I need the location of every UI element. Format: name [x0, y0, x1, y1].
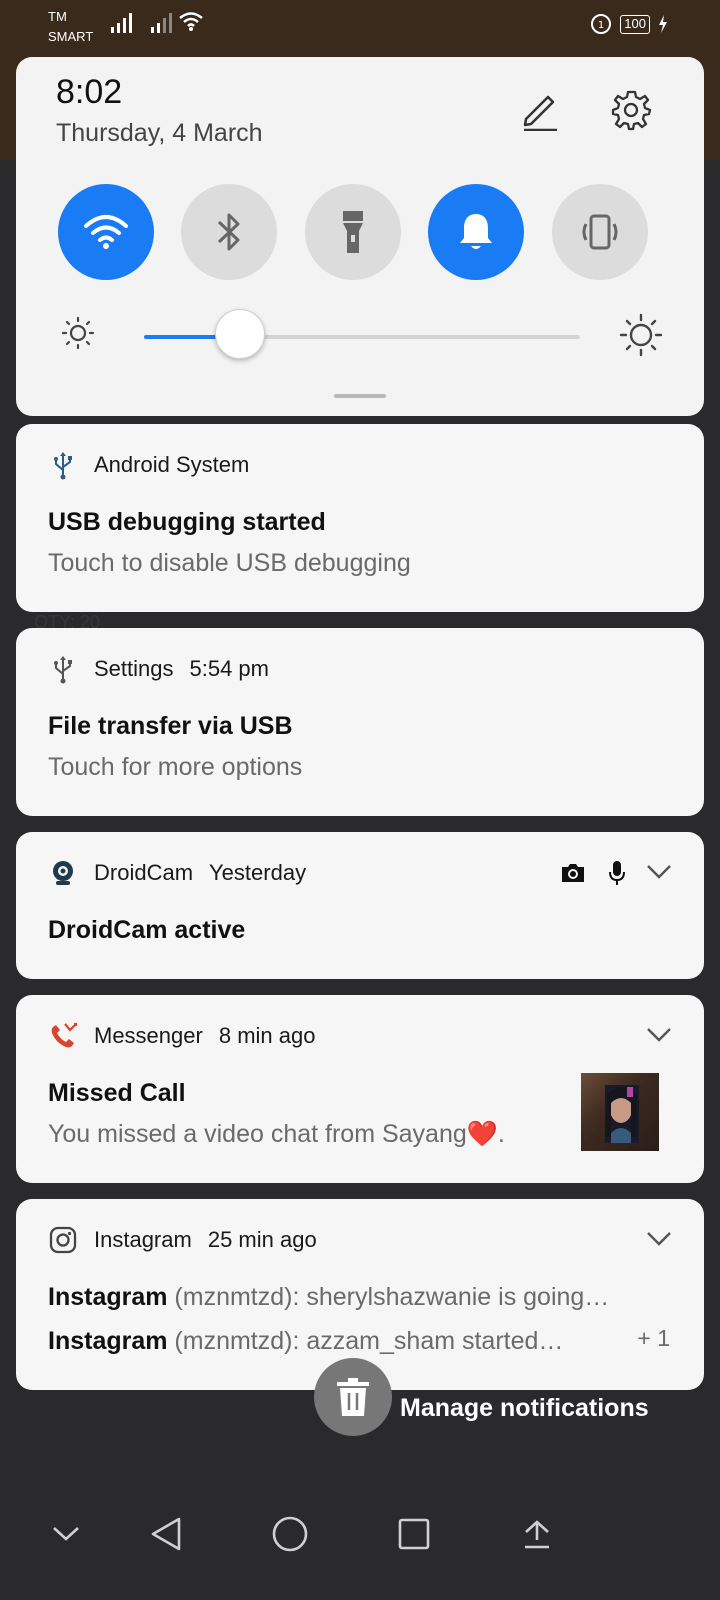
notification-title: File transfer via USB [48, 712, 293, 740]
notification-header: Messenger 8 min ago [48, 1021, 315, 1051]
notification-body: Touch for more options [48, 753, 303, 781]
notification-header: Instagram 25 min ago [48, 1225, 317, 1255]
chevron-down-icon[interactable] [646, 1027, 672, 1043]
nav-back-button[interactable] [136, 1504, 196, 1564]
wifi-icon [84, 215, 128, 249]
missed-call-icon [48, 1021, 78, 1051]
notification-time: 5:54 pm [189, 656, 270, 681]
notification-line: Instagram (mznmtzd): sherylshazwanie is … [48, 1283, 610, 1311]
notification-title: USB debugging started [48, 508, 326, 536]
notification-actions [560, 860, 626, 886]
instagram-icon [48, 1225, 78, 1255]
camera-icon[interactable] [560, 862, 586, 884]
chevron-down-icon[interactable] [646, 864, 672, 880]
bell-icon [460, 214, 492, 249]
manage-notifications-button[interactable]: Manage notifications [400, 1394, 649, 1423]
back-icon [151, 1517, 181, 1551]
tile-sound[interactable] [428, 184, 524, 280]
clock-time: 8:02 [56, 73, 123, 111]
notification-time: 25 min ago [207, 1227, 317, 1252]
notification-body: You missed a video chat from Sayang❤️. [48, 1120, 505, 1148]
brightness-low-icon [61, 316, 95, 350]
tile-flashlight[interactable] [305, 184, 401, 280]
notification-title: Missed Call [48, 1079, 186, 1107]
wifi-status-icon [179, 12, 203, 31]
vibrate-icon [582, 214, 618, 250]
panel-drag-handle[interactable] [334, 394, 386, 398]
nav-expand-button[interactable] [507, 1504, 567, 1564]
chevron-down-icon[interactable] [646, 1231, 672, 1247]
edit-icon[interactable] [520, 89, 560, 131]
usb-icon [48, 450, 78, 480]
brightness-high-icon [619, 313, 663, 357]
notification-time: Yesterday [209, 860, 307, 885]
quick-settings-panel: 8:02 Thursday, 4 March [16, 57, 704, 416]
status-bar: TM SMART 1 100 [0, 0, 720, 52]
battery-level: 100 [620, 14, 650, 34]
contact-photo [581, 1073, 659, 1151]
navigation-bar [0, 1480, 720, 1600]
clear-all-button[interactable] [314, 1358, 392, 1436]
expand-up-icon [525, 1520, 549, 1549]
nav-home-button[interactable] [260, 1504, 320, 1564]
brightness-slider-thumb[interactable] [215, 309, 265, 359]
more-count: + 1 [637, 1325, 670, 1351]
webcam-icon [48, 858, 78, 888]
app-name: Android System [94, 452, 250, 477]
signal-sim1-icon [111, 13, 132, 33]
notification-header: Settings 5:54 pm [48, 654, 269, 684]
settings-gear-icon[interactable] [610, 89, 652, 131]
tile-vibrate[interactable] [552, 184, 648, 280]
trash-icon [337, 1378, 369, 1416]
notification-header: Android System [48, 450, 265, 480]
brightness-slider-track[interactable] [144, 335, 580, 339]
notification-android-system[interactable]: Android System USB debugging started Tou… [16, 424, 704, 612]
notification-settings[interactable]: Settings 5:54 pm File transfer via USB T… [16, 628, 704, 816]
home-icon [272, 1516, 308, 1552]
notification-droidcam[interactable]: DroidCam Yesterday DroidCam active [16, 832, 704, 979]
notification-title: DroidCam active [48, 916, 246, 944]
bluetooth-icon [217, 213, 240, 251]
notification-header: DroidCam Yesterday [48, 858, 306, 888]
tile-wifi[interactable] [58, 184, 154, 280]
app-name: DroidCam [94, 860, 194, 885]
app-name: Messenger [94, 1023, 203, 1048]
chevron-down-icon [53, 1527, 79, 1541]
app-name: Settings [94, 656, 174, 681]
nav-collapse-button[interactable] [36, 1504, 96, 1564]
app-name: Instagram [94, 1227, 192, 1252]
svg-text:1: 1 [598, 20, 604, 31]
tile-bluetooth[interactable] [181, 184, 277, 280]
carrier-name: TM SMART [48, 9, 94, 44]
data-saver-icon: 1 [591, 14, 612, 34]
signal-sim2-icon [151, 13, 172, 33]
flashlight-icon [343, 211, 363, 253]
mic-icon[interactable] [608, 860, 626, 886]
charging-icon [659, 15, 667, 33]
usb-icon [48, 654, 78, 684]
recents-icon [398, 1518, 430, 1550]
status-right: 1 100 [590, 13, 668, 35]
notification-messenger[interactable]: Messenger 8 min ago Missed Call You miss… [16, 995, 704, 1183]
date-text: Thursday, 4 March [56, 119, 263, 147]
nav-recents-button[interactable] [384, 1504, 444, 1564]
notification-line: Instagram (mznmtzd): azzam_sham started… [48, 1327, 564, 1355]
notification-body: Touch to disable USB debugging [48, 549, 411, 577]
notification-time: 8 min ago [218, 1023, 316, 1048]
